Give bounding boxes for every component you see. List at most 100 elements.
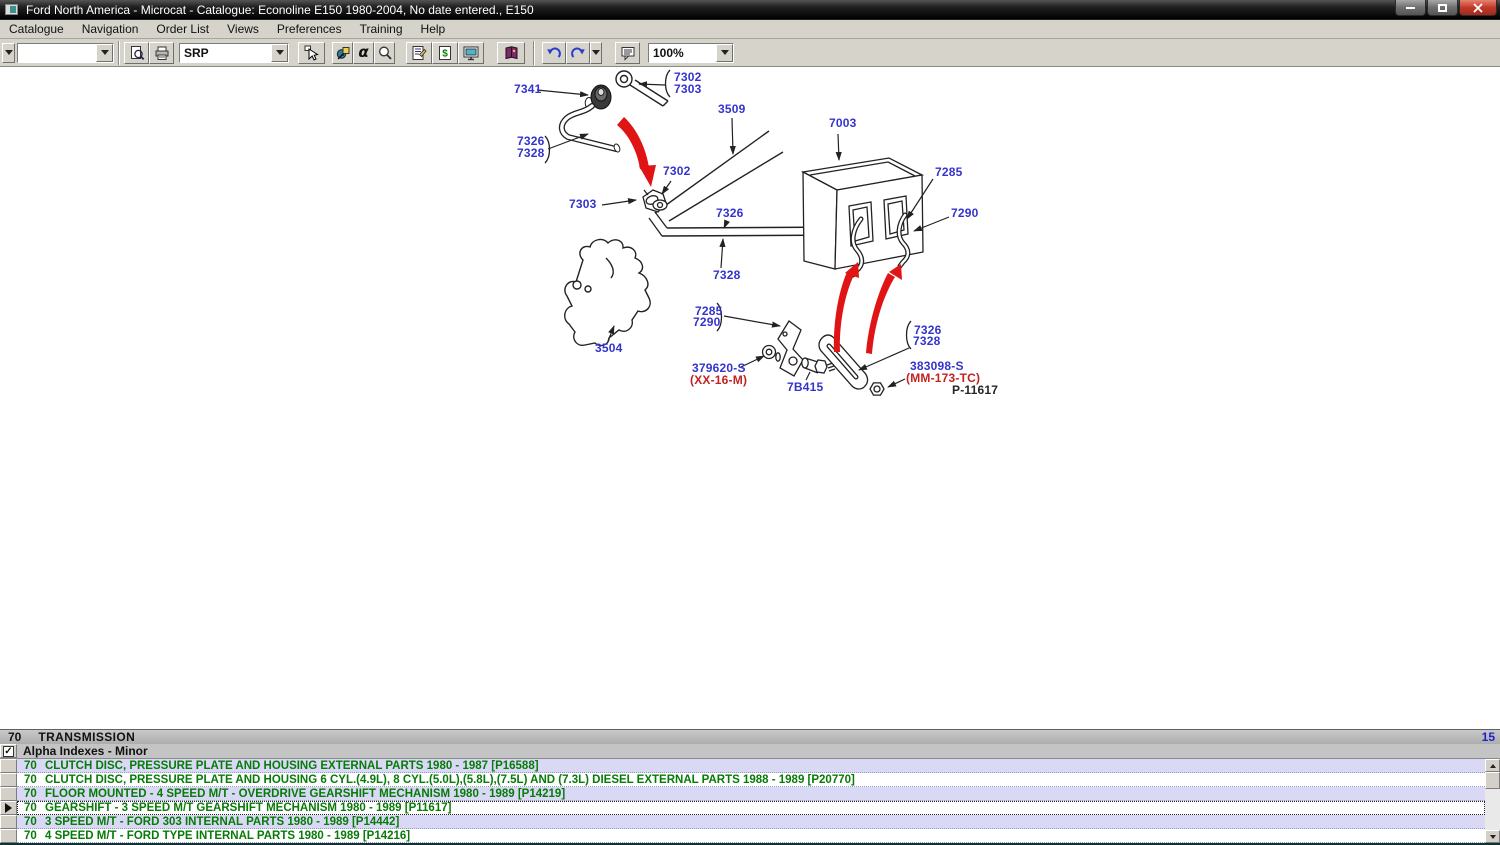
scrollbar-thumb[interactable] bbox=[1485, 772, 1500, 789]
part-callout-7328[interactable]: 7328 bbox=[913, 336, 941, 347]
row-content[interactable]: 70CLUTCH DISC, PRESSURE PLATE AND HOUSIN… bbox=[17, 773, 1485, 787]
price-level-combo[interactable]: SRP bbox=[179, 43, 289, 63]
undo-button[interactable] bbox=[542, 42, 566, 64]
menu-views[interactable]: Views bbox=[218, 20, 268, 38]
part-callout-7B415[interactable]: 7B415 bbox=[787, 382, 823, 393]
row-content[interactable]: 70CLUTCH DISC, PRESSURE PLATE AND HOUSIN… bbox=[17, 759, 1485, 773]
list-scrollbar[interactable] bbox=[1485, 759, 1500, 843]
part-callout-7303[interactable]: 7303 bbox=[569, 199, 597, 210]
section-header[interactable]: 70 TRANSMISSION 15 bbox=[0, 729, 1500, 744]
vehicle-combo-arrow[interactable] bbox=[96, 44, 113, 62]
part-callout-XX-16-M: (XX-16-M) bbox=[690, 375, 747, 386]
print-button[interactable] bbox=[149, 42, 174, 64]
part-callout-7326[interactable]: 7326 bbox=[716, 208, 744, 219]
close-icon bbox=[1473, 3, 1483, 13]
part-callout-7328[interactable]: 7328 bbox=[713, 270, 741, 281]
redo-button[interactable] bbox=[566, 42, 590, 64]
row-gutter[interactable] bbox=[0, 815, 17, 829]
row-description: CLUTCH DISC, PRESSURE PLATE AND HOUSING … bbox=[45, 774, 855, 786]
part-callout-3509[interactable]: 3509 bbox=[718, 104, 746, 115]
illustration-pane[interactable]: 7341730273033509700373267328730273037326… bbox=[0, 67, 1500, 729]
list-item[interactable]: 70FLOOR MOUNTED - 4 SPEED M/T - OVERDRIV… bbox=[0, 787, 1485, 801]
menu-order-list[interactable]: Order List bbox=[147, 20, 218, 38]
list-item[interactable]: 704 SPEED M/T - FORD TYPE INTERNAL PARTS… bbox=[0, 829, 1485, 843]
vehicle-combo[interactable] bbox=[17, 43, 114, 63]
checkbox-checked-icon[interactable]: ✓ bbox=[3, 746, 14, 757]
part-callout-7303[interactable]: 7303 bbox=[674, 84, 702, 95]
part-callout-7285[interactable]: 7285 bbox=[935, 167, 963, 178]
handbook-button[interactable] bbox=[497, 42, 525, 64]
bracket-7302-7303 bbox=[643, 190, 667, 236]
index-list: 70 CLUTCH DISC, PRESSURE PLATE AND HOUSIN… bbox=[0, 759, 1500, 843]
menu-navigation[interactable]: Navigation bbox=[73, 20, 148, 38]
title-bar[interactable]: Ford North America - Microcat - Catalogu… bbox=[0, 0, 1500, 20]
row-content[interactable]: 703 SPEED M/T - FORD 303 INTERNAL PARTS … bbox=[17, 815, 1485, 829]
part-callout-3504[interactable]: 3504 bbox=[595, 343, 623, 354]
pointer-select-button[interactable] bbox=[298, 42, 325, 64]
row-gutter[interactable] bbox=[0, 759, 17, 773]
print-preview-button[interactable] bbox=[124, 42, 149, 64]
minimize-icon bbox=[1406, 7, 1415, 9]
price-level-arrow[interactable] bbox=[271, 44, 288, 62]
part-callout-7341[interactable]: 7341 bbox=[514, 84, 542, 95]
list-item[interactable]: 703 SPEED M/T - FORD 303 INTERNAL PARTS … bbox=[0, 815, 1485, 829]
row-content[interactable]: 70FLOOR MOUNTED - 4 SPEED M/T - OVERDRIV… bbox=[17, 787, 1485, 801]
alpha-index-button[interactable]: α bbox=[353, 42, 374, 64]
price-level-value: SRP bbox=[180, 44, 271, 62]
part-callout-7290[interactable]: 7290 bbox=[693, 317, 721, 328]
minimize-button[interactable] bbox=[1395, 0, 1426, 16]
note-icon bbox=[620, 45, 636, 61]
column-housing-3504 bbox=[565, 240, 650, 346]
parts-information-button[interactable] bbox=[406, 42, 432, 64]
list-item[interactable]: 70GEARSHIFT - 3 SPEED M/T GEARSHIFT MECH… bbox=[0, 801, 1485, 815]
red-arrow-down bbox=[617, 117, 656, 187]
chevron-down-icon bbox=[721, 50, 729, 55]
index-checkbox-cell[interactable]: ✓ bbox=[0, 744, 17, 758]
chevron-down-icon bbox=[276, 50, 284, 55]
notes-button[interactable] bbox=[615, 42, 640, 64]
zoom-combo-arrow[interactable] bbox=[716, 44, 733, 62]
printer-icon bbox=[154, 45, 170, 61]
svg-text:$: $ bbox=[442, 48, 448, 59]
redo-history-dropdown[interactable] bbox=[590, 42, 602, 64]
part-callout-7290[interactable]: 7290 bbox=[951, 208, 979, 219]
toolbar-separator bbox=[533, 41, 535, 65]
menu-catalogue[interactable]: Catalogue bbox=[0, 20, 73, 38]
part-callout-7003[interactable]: 7003 bbox=[829, 118, 857, 129]
row-content[interactable]: 704 SPEED M/T - FORD TYPE INTERNAL PARTS… bbox=[17, 829, 1485, 843]
menu-preferences[interactable]: Preferences bbox=[268, 20, 351, 38]
scroll-down-button[interactable] bbox=[1485, 830, 1500, 843]
row-gutter[interactable] bbox=[0, 801, 17, 815]
menu-bar: Catalogue Navigation Order List Views Pr… bbox=[0, 20, 1500, 39]
full-screen-button[interactable] bbox=[458, 42, 484, 64]
close-button[interactable] bbox=[1459, 0, 1497, 16]
list-item[interactable]: 70CLUTCH DISC, PRESSURE PLATE AND HOUSIN… bbox=[0, 759, 1485, 773]
row-section-code: 70 bbox=[24, 760, 41, 772]
search-button[interactable] bbox=[374, 42, 395, 64]
part-callout-7328[interactable]: 7328 bbox=[517, 148, 545, 159]
app-icon bbox=[5, 4, 18, 15]
zoom-combo[interactable]: 100% bbox=[648, 43, 734, 63]
section-title: TRANSMISSION bbox=[38, 730, 135, 744]
chevron-down-icon bbox=[592, 50, 600, 55]
row-gutter[interactable] bbox=[0, 829, 17, 843]
chevron-down-icon bbox=[101, 50, 109, 55]
row-gutter[interactable] bbox=[0, 773, 17, 787]
parts-list-icon bbox=[411, 45, 427, 61]
shift-tube-upper bbox=[562, 106, 621, 153]
row-section-code: 70 bbox=[24, 788, 41, 800]
row-gutter[interactable] bbox=[0, 787, 17, 801]
maximize-button[interactable] bbox=[1427, 0, 1458, 16]
row-content[interactable]: 70GEARSHIFT - 3 SPEED M/T GEARSHIFT MECH… bbox=[17, 801, 1485, 815]
row-section-code: 70 bbox=[24, 816, 41, 828]
graphical-index-button[interactable] bbox=[332, 42, 353, 64]
recent-vehicles-dropdown[interactable] bbox=[2, 43, 15, 63]
index-header-row: ✓ Alpha Indexes - Minor bbox=[0, 744, 1500, 759]
undo-icon bbox=[546, 45, 562, 61]
part-callout-7302[interactable]: 7302 bbox=[663, 166, 691, 177]
list-item[interactable]: 70CLUTCH DISC, PRESSURE PLATE AND HOUSIN… bbox=[0, 773, 1485, 787]
scroll-up-button[interactable] bbox=[1485, 759, 1500, 772]
menu-training[interactable]: Training bbox=[351, 20, 412, 38]
menu-help[interactable]: Help bbox=[412, 20, 455, 38]
price-information-button[interactable]: $ bbox=[432, 42, 458, 64]
